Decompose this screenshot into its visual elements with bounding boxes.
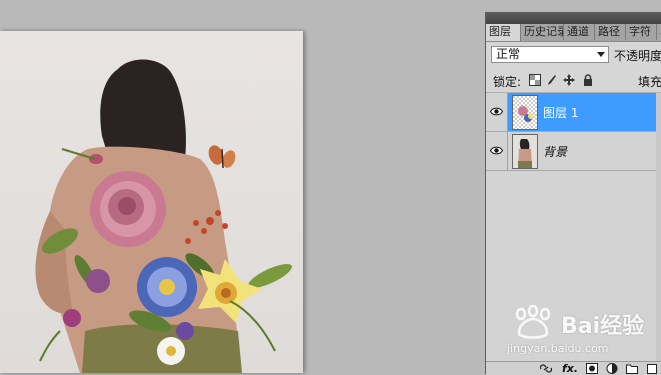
panel-tabs: 图层 历史记录 通道 路径 字符 段 — [486, 24, 661, 42]
watermark-url: jingyan.baidu.com — [507, 342, 609, 355]
layer-thumbnail — [512, 95, 538, 130]
layer-visibility-toggle[interactable] — [486, 132, 508, 170]
tab-character[interactable]: 字符 — [626, 24, 657, 40]
lock-transparent-pixels-icon[interactable] — [529, 74, 541, 86]
layer-thumbnail — [512, 134, 538, 169]
pink-rose-shape — [90, 171, 166, 247]
tab-layers[interactable]: 图层 — [486, 24, 521, 41]
opacity-label: 不透明度 — [614, 49, 661, 63]
layer-name[interactable]: 背景 — [543, 143, 567, 160]
lock-position-icon[interactable] — [563, 74, 575, 86]
layer-name[interactable]: 图层 1 — [543, 104, 578, 121]
blend-mode-select[interactable]: 正常 — [491, 46, 609, 63]
fill-label: 填充 — [638, 75, 661, 89]
chevron-down-icon — [597, 52, 605, 57]
baidu-watermark: Bai经验 jingyan.baidu.com — [505, 305, 661, 365]
blend-mode-value: 正常 — [496, 47, 521, 61]
watermark-brand: Bai经验 — [561, 314, 645, 339]
eye-icon — [490, 146, 503, 155]
transparent-layer-thumbnail-icon — [513, 96, 537, 129]
layer-row-layer1[interactable]: 图层 1 — [486, 93, 661, 132]
baidu-paw-icon — [515, 305, 551, 339]
tab-channels[interactable]: 通道 — [564, 24, 595, 40]
lock-row: 锁定: 填充 — [486, 68, 661, 93]
blend-mode-row: 正常 不透明度 — [486, 42, 661, 68]
eye-icon — [490, 107, 503, 116]
document-canvas[interactable] — [0, 31, 303, 373]
canvas-artwork-image — [35, 59, 292, 373]
lock-all-icon[interactable] — [582, 74, 594, 86]
layer-visibility-toggle[interactable] — [486, 93, 508, 131]
lock-label: 锁定: — [493, 75, 522, 89]
panel-title-bar[interactable] — [486, 13, 661, 24]
tab-history[interactable]: 历史记录 — [521, 24, 564, 40]
layer-row-background[interactable]: 背景 — [486, 132, 661, 171]
butterfly-shape — [208, 145, 236, 169]
background-layer-thumbnail-icon — [513, 135, 537, 168]
lock-image-pixels-icon[interactable] — [545, 74, 557, 86]
tab-paths[interactable]: 路径 — [595, 24, 626, 40]
tab-paragraph[interactable]: 段 — [657, 24, 661, 40]
